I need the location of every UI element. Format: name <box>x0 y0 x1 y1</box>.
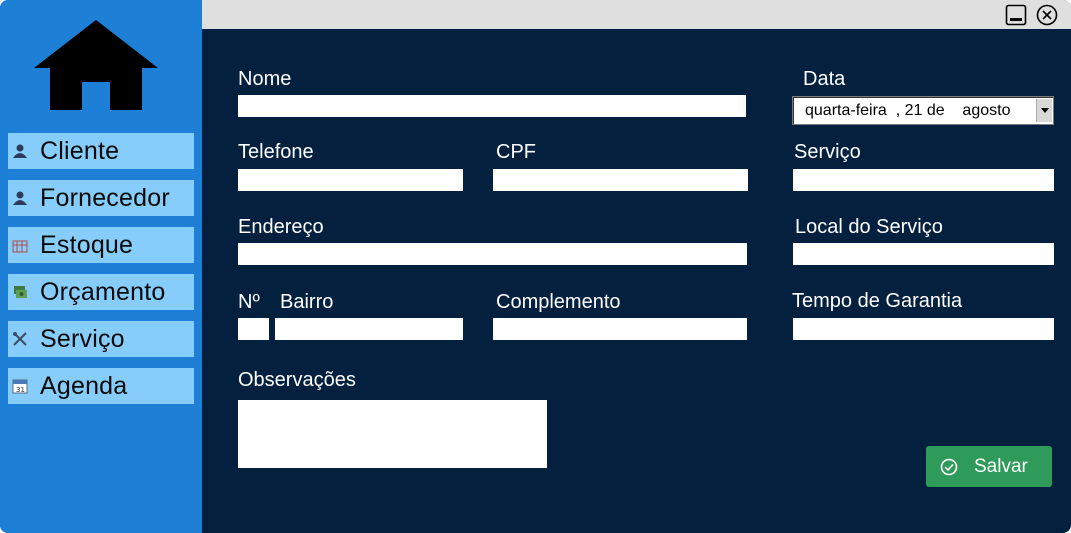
sidebar-item-fornecedor[interactable]: Fornecedor <box>8 180 194 216</box>
observacoes-label: Observações <box>238 369 356 391</box>
telefone-input[interactable] <box>238 169 463 191</box>
warehouse-icon <box>12 237 28 253</box>
person-icon <box>12 143 28 159</box>
cpf-label: CPF <box>496 141 536 163</box>
sidebar-item-agenda[interactable]: 31 Agenda <box>8 368 194 404</box>
observacoes-textarea[interactable] <box>238 400 547 468</box>
sidebar: Cliente Fornecedor Estoque Orçamento Ser <box>0 0 202 533</box>
sidebar-item-servico[interactable]: Serviço <box>8 321 194 357</box>
title-bar <box>202 0 1071 29</box>
complemento-label: Complemento <box>496 291 621 313</box>
date-value: quarta-feira , 21 de agosto <box>805 102 1011 119</box>
numero-label: Nº <box>238 291 260 313</box>
sidebar-item-label: Orçamento <box>40 277 166 306</box>
bairro-input[interactable] <box>275 318 463 340</box>
nome-label: Nome <box>238 68 292 90</box>
tempo-garantia-label: Tempo de Garantia <box>792 290 963 312</box>
data-label: Data <box>803 68 846 90</box>
svg-text:31: 31 <box>16 386 25 394</box>
servico-input[interactable] <box>793 169 1054 191</box>
check-circle-icon <box>940 458 958 476</box>
calendar-icon: 31 <box>12 378 28 394</box>
sidebar-item-estoque[interactable]: Estoque <box>8 227 194 263</box>
sidebar-item-label: Serviço <box>40 324 125 353</box>
money-icon <box>12 284 28 300</box>
home-icon[interactable] <box>34 20 158 110</box>
complemento-input[interactable] <box>493 318 747 340</box>
tempo-garantia-input[interactable] <box>793 318 1054 340</box>
telefone-label: Telefone <box>238 141 314 163</box>
tools-icon <box>12 331 28 347</box>
nome-input[interactable] <box>238 95 746 117</box>
sidebar-item-label: Agenda <box>40 371 128 400</box>
cpf-input[interactable] <box>493 169 748 191</box>
numero-input[interactable] <box>238 318 269 340</box>
sidebar-item-label: Fornecedor <box>40 183 170 212</box>
form-area: Nome Data quarta-feira , 21 de agosto Te… <box>202 29 1071 533</box>
close-icon[interactable] <box>1036 4 1058 26</box>
sidebar-item-cliente[interactable]: Cliente <box>8 133 194 169</box>
local-servico-input[interactable] <box>793 243 1054 265</box>
servico-label: Serviço <box>794 141 861 163</box>
endereco-label: Endereço <box>238 216 324 238</box>
save-button[interactable]: Salvar <box>926 446 1052 487</box>
chevron-down-icon[interactable] <box>1036 99 1052 122</box>
sidebar-item-label: Estoque <box>40 230 134 259</box>
person-icon <box>12 190 28 206</box>
bairro-label: Bairro <box>280 291 334 313</box>
local-servico-label: Local do Serviço <box>795 216 943 238</box>
sidebar-item-label: Cliente <box>40 136 120 165</box>
minimize-icon[interactable] <box>1005 4 1027 26</box>
save-button-label: Salvar <box>974 455 1028 477</box>
endereco-input[interactable] <box>238 243 747 265</box>
data-date-picker[interactable]: quarta-feira , 21 de agosto <box>792 96 1054 125</box>
sidebar-item-orcamento[interactable]: Orçamento <box>8 274 194 310</box>
app-window: Cliente Fornecedor Estoque Orçamento Ser <box>0 0 1071 533</box>
